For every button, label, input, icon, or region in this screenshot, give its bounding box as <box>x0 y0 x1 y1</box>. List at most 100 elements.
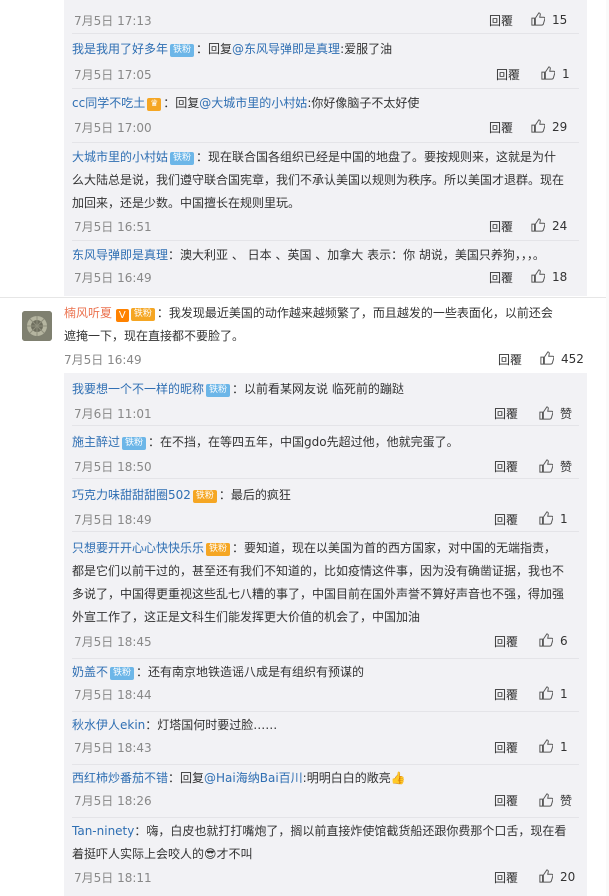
like-button[interactable]: 赞 <box>539 405 572 422</box>
verified-icon: V <box>115 309 129 322</box>
reply-prefix: ：回复 <box>196 42 233 56</box>
list-item: 我是我用了好多年 铁粉 ：回复@东风导弹即是真理:爱服了油 7月5日 17:05 回… <box>64 34 587 89</box>
reply-block-top: 7月5日 17:13 回覆 15 我是我用了好多年 铁粉 ：回复@东风导弹即是真理:… <box>64 0 587 296</box>
like-button[interactable]: 赞 <box>539 458 572 475</box>
like-count: 赞 <box>560 460 573 474</box>
user-nickname[interactable]: 大城市里的小村姑 <box>72 150 168 164</box>
user-nickname[interactable]: 秋水伊人ekin <box>72 718 145 732</box>
comment-text-line: ：要知道，现在以美国为首的西方国家，对中国的无端指责， <box>232 541 557 555</box>
list-item: 我要想一个不一样的昵称 铁粉 ：以前看某网友说 临死前的蹦跶 7月6日 11:01 … <box>64 373 587 426</box>
comment-text-line: ：现在联合国各组织已经是中国的地盘了。要按规则来，这就是为什 <box>196 150 557 164</box>
like-count: 1 <box>560 687 568 701</box>
like-count: 1 <box>562 67 570 81</box>
like-button[interactable]: 6 <box>539 633 568 648</box>
fan-badge: 铁粉 <box>206 384 231 397</box>
user-nickname[interactable]: 东风导弹即是真理 <box>72 248 168 262</box>
fan-badge: 铁粉 <box>170 152 195 165</box>
like-count: 6 <box>560 634 568 648</box>
comment-text: :爱服了油 <box>340 42 393 56</box>
thumb-up-icon <box>539 459 553 473</box>
fan-badge: 铁粉 <box>170 44 195 57</box>
timestamp: 7月5日 17:13 <box>74 14 152 28</box>
comment-text-line: ：我发现最近美国的动作越来越频繁了，而且越发的一些表面化，以前还会 <box>156 306 553 320</box>
reply-button[interactable]: 回覆 <box>489 269 513 286</box>
reply-button[interactable]: 回覆 <box>494 405 518 422</box>
comment-text-line: 多说了，中国得更重视这些乱七八糟的事了，中国目前在国外声誉不算好声音也不强，得加… <box>72 587 565 601</box>
thumb-up-icon <box>531 119 545 133</box>
reply-button[interactable]: 回覆 <box>494 869 518 886</box>
reply-button[interactable]: 回覆 <box>494 792 518 809</box>
thumb-up-icon <box>531 269 545 283</box>
like-button[interactable]: 赞 <box>539 792 572 809</box>
like-button[interactable]: 452 <box>540 351 584 366</box>
list-item: cc同学不吃土 ♛ ：回复@大城市里的小村姑:你好像脑子不太好使 7月5日 17:0… <box>64 89 587 143</box>
user-nickname[interactable]: Tan-ninety <box>72 824 134 838</box>
mention-link[interactable]: @东风导弹即是真理 <box>232 42 340 56</box>
user-nickname[interactable]: cc同学不吃土 <box>72 96 145 110</box>
comment-text-line: 遮掩一下，现在直接都不要脸了。 <box>64 329 245 343</box>
thumb-up-icon <box>539 869 553 883</box>
user-nickname[interactable]: 奶盖不 <box>72 665 108 679</box>
timestamp: 7月5日 16:49 <box>74 271 152 285</box>
reply-prefix: ：回复 <box>163 96 200 110</box>
fan-badge: 铁粉 <box>206 543 231 556</box>
avatar[interactable] <box>22 311 52 341</box>
user-nickname[interactable]: 楠风听夏 <box>64 306 112 320</box>
reply-button[interactable]: 回覆 <box>489 218 513 235</box>
like-count: 赞 <box>560 407 573 421</box>
timestamp: 7月6日 11:01 <box>74 407 152 421</box>
comment-text-line: ：嗨，白皮也就打打嘴炮了，搁以前直接炸使馆截货船还跟你费那个口舌，现在看 <box>134 824 567 838</box>
timestamp: 7月5日 16:51 <box>74 220 152 234</box>
like-button[interactable]: 24 <box>531 218 567 233</box>
timestamp: 7月5日 18:45 <box>74 635 152 649</box>
user-nickname[interactable]: 施主醉过 <box>72 435 120 449</box>
mention-link[interactable]: @大城市里的小村姑 <box>199 96 307 110</box>
like-button[interactable]: 1 <box>539 511 568 526</box>
main-comment: 楠风听夏 V 铁粉 ：我发现最近美国的动作越来越频繁了，而且越发的一些表面化，以前还… <box>64 302 584 348</box>
fan-badge: 铁粉 <box>130 308 155 321</box>
list-item: 施主醉过 铁粉 ：在不挡，在等四五年，中国gdo先超过他，他就完蛋了。 7月5日 1… <box>64 426 587 479</box>
fan-badge: 铁粉 <box>110 667 135 680</box>
user-nickname[interactable]: 只想要开开心心快快乐乐 <box>72 541 204 555</box>
like-button[interactable]: 18 <box>531 269 567 284</box>
like-button[interactable]: 20 <box>539 869 575 884</box>
list-item: 7月5日 17:13 回覆 15 <box>64 0 587 34</box>
reply-button[interactable]: 回覆 <box>494 739 518 756</box>
like-count: 1 <box>560 740 568 754</box>
reply-button[interactable]: 回覆 <box>496 66 520 83</box>
comment-text-line: 加回来，还是少数。中国擅长在规则里玩。 <box>72 196 301 210</box>
thumb-up-icon <box>541 66 555 80</box>
reply-button[interactable]: 回覆 <box>489 119 513 136</box>
user-nickname[interactable]: 西红柿炒番茄不错 <box>72 771 168 785</box>
reply-button[interactable]: 回覆 <box>494 511 518 528</box>
like-button[interactable]: 1 <box>541 66 570 81</box>
timestamp: 7月5日 18:49 <box>74 513 152 527</box>
like-count: 15 <box>552 13 568 27</box>
comment-text-line: 着挺吓人实际上会咬人的😎才不叫 <box>72 847 253 861</box>
comment-thread: 7月5日 17:13 回覆 15 我是我用了好多年 铁粉 ：回复@东风导弹即是真理:… <box>0 0 609 896</box>
list-item: 巧克力味甜甜甜圈502 铁粉 ：最后的疯狂 7月5日 18:49 回覆 1 <box>64 479 587 532</box>
like-count: 20 <box>560 870 576 884</box>
list-item: 大城市里的小村姑 铁粉 ：现在联合国各组织已经是中国的地盘了。要按规则来，这就是为什… <box>64 143 587 241</box>
timestamp: 7月5日 18:50 <box>74 460 152 474</box>
like-button[interactable]: 29 <box>531 119 567 134</box>
reply-button[interactable]: 回覆 <box>498 351 522 368</box>
like-count: 1 <box>560 512 568 526</box>
list-item: Tan-ninety：嗨，白皮也就打打嘴炮了，搁以前直接炸使馆截货船还跟你费那个… <box>64 818 587 896</box>
list-item: 奶盖不 铁粉 ：还有南京地铁造谣八成是有组织有预谋的 7月5日 18:44 回覆 1 <box>64 659 587 712</box>
list-item: 东风导弹即是真理：澳大利亚 、 日本 、英国 、加拿大 表示：你 胡说，美国只养… <box>64 241 587 296</box>
user-nickname[interactable]: 我是我用了好多年 <box>72 42 168 56</box>
like-button[interactable]: 1 <box>539 686 568 701</box>
user-nickname[interactable]: 巧克力味甜甜甜圈502 <box>72 488 191 502</box>
reply-button[interactable]: 回覆 <box>489 12 513 29</box>
mention-link[interactable]: @Hai海纳Bai百川 <box>204 771 303 785</box>
reply-button[interactable]: 回覆 <box>494 633 518 650</box>
timestamp: 7月5日 18:26 <box>74 794 152 808</box>
like-button[interactable]: 1 <box>539 739 568 754</box>
reply-button[interactable]: 回覆 <box>494 686 518 703</box>
like-button[interactable]: 15 <box>531 12 567 27</box>
comment-text: ：灯塔国何时要过脸…… <box>145 718 278 732</box>
user-nickname[interactable]: 我要想一个不一样的昵称 <box>72 382 204 396</box>
fan-badge: 铁粉 <box>192 490 217 503</box>
reply-button[interactable]: 回覆 <box>494 458 518 475</box>
